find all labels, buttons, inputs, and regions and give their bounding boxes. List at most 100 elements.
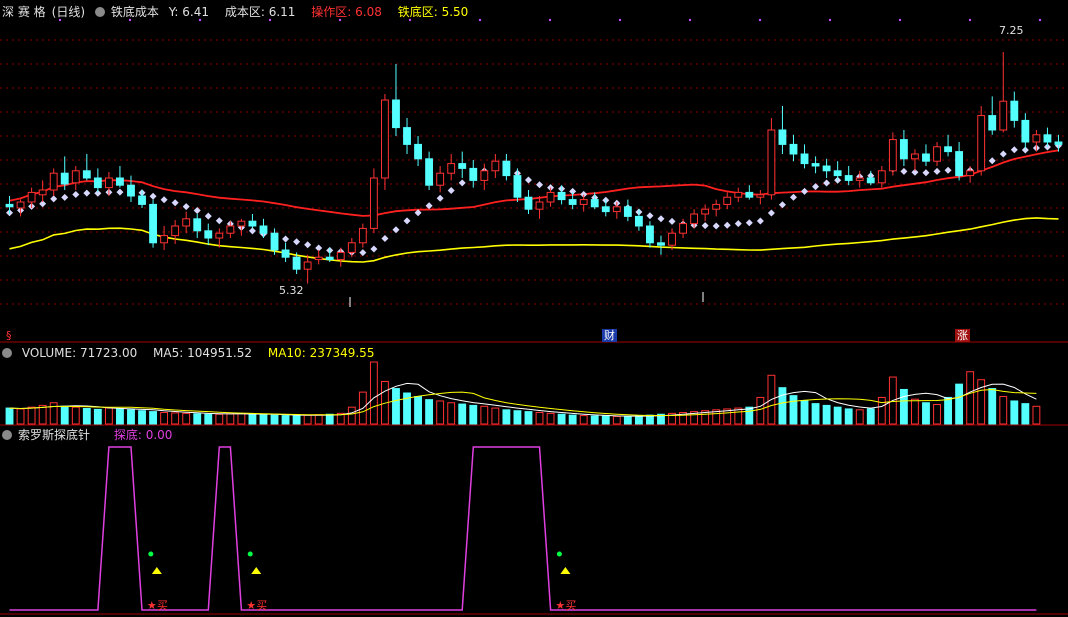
candle-body [778, 129, 787, 145]
candle-body [93, 177, 102, 189]
volume-bar [314, 414, 323, 425]
gear-icon[interactable] [94, 7, 105, 17]
candle-body [646, 225, 654, 244]
volume-value: 71723.00 [79, 346, 138, 360]
diamond-marker [370, 245, 378, 253]
diamond-marker [403, 217, 411, 225]
diamond-marker [116, 188, 124, 196]
candle-body [977, 115, 986, 172]
candle-body [513, 175, 522, 198]
diamond-marker [447, 187, 455, 194]
volume-bar [855, 409, 864, 425]
dot-marker [898, 18, 902, 22]
candle-body [535, 201, 544, 210]
volume-bar [116, 408, 124, 425]
stock-name[interactable]: 深 赛 格 [2, 5, 46, 19]
volume-bar [325, 413, 334, 425]
gear-icon[interactable] [2, 348, 12, 358]
diamond-marker [72, 190, 80, 198]
candle-body [634, 215, 643, 227]
candle-body [270, 232, 279, 251]
volume-bar [248, 413, 257, 425]
diamond-marker [50, 195, 58, 203]
volume-bar [988, 388, 997, 425]
volume-bar [502, 409, 511, 425]
kline-chart-canvas[interactable]: ★ 买 ★ 买 ★ 买 [0, 0, 1068, 617]
volume-bar [215, 413, 224, 425]
diamond-marker [745, 219, 753, 227]
candle-body [999, 100, 1008, 131]
volume-bar [447, 402, 456, 425]
candle-body [436, 172, 445, 186]
dot-marker [828, 18, 832, 22]
operate-label: 操作区: [311, 5, 352, 19]
signal-indicator-name[interactable]: 索罗斯探底针 [18, 428, 90, 442]
diamond-marker [723, 221, 731, 229]
ma10-value: 237349.55 [309, 346, 375, 360]
period-label[interactable]: (日线) [52, 5, 85, 19]
volume-bar [955, 383, 964, 425]
diamond-marker [458, 179, 466, 187]
candle-body [1054, 141, 1063, 145]
candle-body [204, 230, 213, 239]
diamond-marker [149, 192, 157, 200]
diamond-marker [812, 183, 820, 191]
diamond-marker [789, 193, 797, 201]
candle-body [248, 220, 257, 227]
candle-body [557, 191, 566, 201]
volume-bar [27, 406, 36, 425]
diamond-marker [999, 150, 1007, 158]
candle-body [855, 177, 864, 181]
diamond-marker [83, 189, 91, 197]
gear-icon[interactable] [2, 430, 12, 440]
volume-bar [866, 408, 875, 425]
candle-body [403, 127, 411, 145]
volume-bar [71, 406, 80, 425]
cost-label: 成本区: [224, 5, 265, 19]
candle-body [237, 220, 246, 227]
volume-bar [877, 396, 886, 425]
volume-bar [590, 415, 599, 425]
probe-value: 0.00 [145, 428, 173, 442]
buy-label: 买 [256, 599, 267, 612]
candle-body [988, 115, 997, 131]
candle-body [767, 129, 776, 196]
candle-body [292, 256, 301, 270]
candle-body [116, 177, 124, 186]
volume-bar [601, 415, 610, 425]
y-value: 6.41 [182, 5, 210, 19]
diamond-marker [778, 201, 786, 209]
volume-bar [347, 406, 356, 425]
candle-body [369, 177, 378, 229]
volume-bar [469, 404, 478, 425]
volume-bar [557, 413, 566, 425]
event-tag-finance[interactable]: 财 [602, 329, 617, 342]
star-icon: ★ [555, 599, 565, 612]
volume-bar [634, 415, 643, 425]
event-tag-rise[interactable]: 涨 [955, 329, 970, 342]
volume-bar [579, 415, 588, 425]
candle-body [38, 189, 47, 196]
volume-bar [292, 415, 301, 425]
candle-body [347, 242, 356, 253]
yellow-triangle-icon [560, 567, 571, 574]
candle-body [82, 170, 91, 179]
candle-body [138, 195, 146, 205]
diamond-marker [304, 241, 312, 249]
diamond-marker [381, 235, 389, 242]
volume-bar [436, 400, 445, 425]
candlestick-series [5, 18, 1063, 307]
volume-bar [480, 405, 489, 425]
candle-body [568, 199, 577, 205]
volume-bar [756, 396, 765, 425]
candle-body [723, 196, 732, 205]
candle-body [612, 206, 621, 213]
volume-bar [204, 413, 213, 425]
diamond-marker [701, 222, 709, 230]
candle-body [127, 184, 135, 197]
event-tag-left[interactable]: § [6, 329, 12, 342]
diamond-marker [61, 193, 69, 201]
indicator-name[interactable]: 铁底成本 [111, 5, 159, 19]
volume-bar [1010, 400, 1019, 425]
candle-body [922, 153, 930, 162]
